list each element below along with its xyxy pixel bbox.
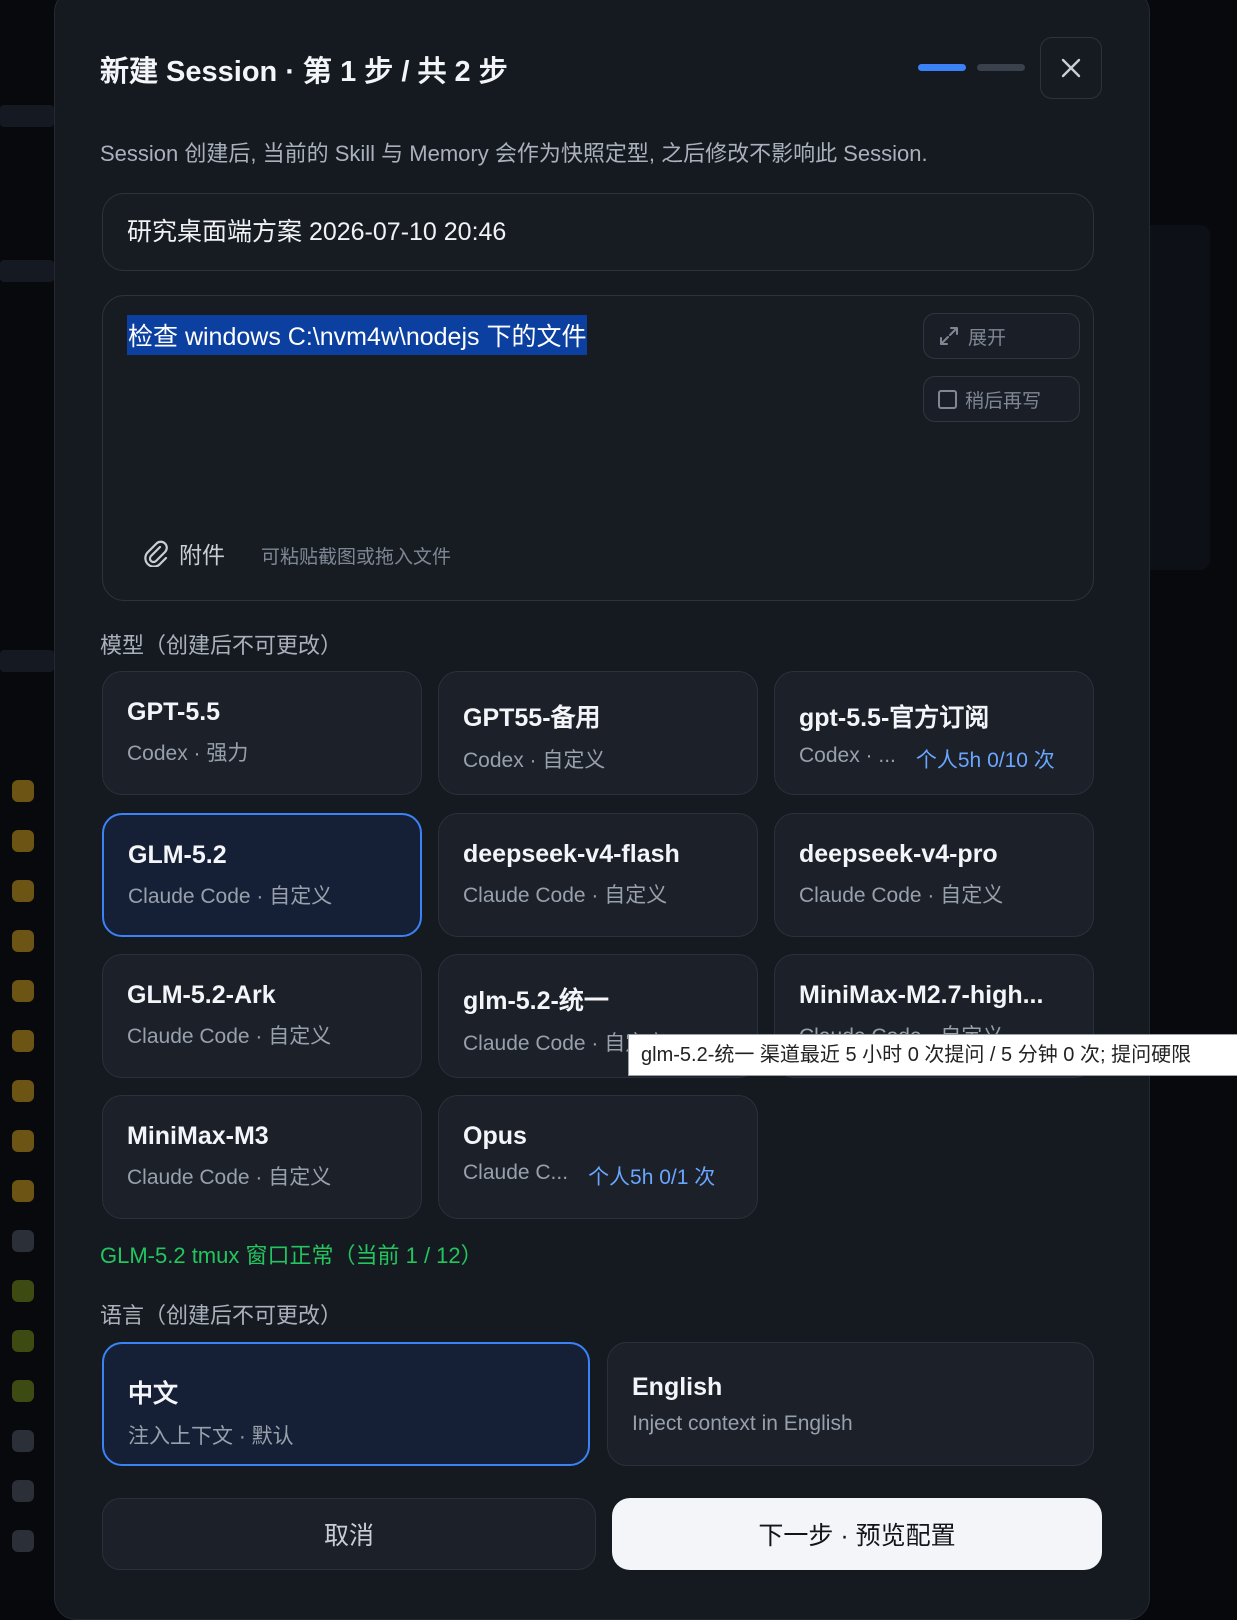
model-name: gpt-5.5-官方订阅 [799, 704, 990, 732]
model-tooltip: glm-5.2-统一 渠道最近 5 小时 0 次提问 / 5 分钟 0 次; 提… [628, 1034, 1237, 1076]
prompt-textarea[interactable]: 检查 windows C:\nvm4w\nodejs 下的文件 展开 稍后再写 … [102, 295, 1094, 601]
model-card-gpt-5-5-official[interactable]: gpt-5.5-官方订阅 Codex · ... 个人5h 0/10 次 [774, 671, 1094, 795]
step-indicator-active [918, 64, 966, 71]
attach-label: 附件 [179, 542, 225, 568]
model-card-glm-5-2-ark[interactable]: GLM-5.2-Ark Claude Code · 自定义 [102, 954, 422, 1078]
expand-label: 展开 [968, 327, 1007, 349]
session-name-input[interactable]: 研究桌面端方案 2026-07-10 20:46 [102, 193, 1094, 271]
expand-icon [940, 327, 958, 345]
backdrop-file-icon [12, 1280, 34, 1302]
language-section-label: 语言（创建后不可更改） [100, 1303, 343, 1328]
backdrop-folder-icon [12, 930, 34, 952]
model-name: GPT-5.5 [127, 698, 221, 726]
backdrop-file-icon [12, 1430, 34, 1452]
model-name: MiniMax-M2.7-high... [799, 981, 1044, 1009]
model-meta: Codex · 强力 [127, 742, 249, 765]
language-desc: 注入上下文 · 默认 [128, 1425, 294, 1448]
backdrop-file-icon [12, 1380, 34, 1402]
model-meta: Claude Code · 自定义 [463, 884, 668, 907]
backdrop-folder-icon [12, 880, 34, 902]
prompt-selected-text[interactable]: 检查 windows C:\nvm4w\nodejs 下的文件 [127, 315, 588, 355]
model-name: MiniMax-M3 [127, 1122, 269, 1150]
backdrop-text [0, 260, 54, 282]
model-name: deepseek-v4-flash [463, 840, 680, 868]
model-quota: 个人5h 0/10 次 [915, 749, 1055, 772]
write-later-label: 稍后再写 [965, 390, 1042, 412]
model-name: GLM-5.2-Ark [127, 981, 276, 1009]
paperclip-icon [144, 540, 168, 567]
checkbox-icon [938, 389, 957, 409]
model-meta: Claude Code · 自定义 [128, 885, 333, 908]
model-name: Opus [463, 1122, 527, 1150]
model-card-opus[interactable]: Opus Claude C... 个人5h 0/1 次 [438, 1095, 758, 1219]
language-card-chinese[interactable]: 中文 注入上下文 · 默认 [102, 1342, 590, 1466]
backdrop-folder-icon [12, 1180, 34, 1202]
backdrop-folder-icon [12, 1080, 34, 1102]
model-section-label: 模型（创建后不可更改） [100, 633, 343, 658]
attach-hint: 可粘贴截图或拖入文件 [261, 547, 452, 568]
backdrop-file-icon [12, 1330, 34, 1352]
model-card-glm-5-2[interactable]: GLM-5.2 Claude Code · 自定义 [102, 813, 422, 937]
dialog-title: 新建 Session · 第 1 步 / 共 2 步 [100, 56, 508, 88]
model-card-gpt55-backup[interactable]: GPT55-备用 Codex · 自定义 [438, 671, 758, 795]
cancel-button[interactable]: 取消 [102, 1498, 596, 1570]
model-meta: Claude C... [463, 1161, 569, 1184]
step-indicator-inactive [977, 64, 1025, 71]
model-card-deepseek-v4-flash[interactable]: deepseek-v4-flash Claude Code · 自定义 [438, 813, 758, 937]
model-meta: Claude Code · 自定义 [127, 1025, 332, 1048]
model-name: GPT55-备用 [463, 704, 601, 732]
backdrop-folder-icon [12, 1030, 34, 1052]
model-name: GLM-5.2 [128, 841, 227, 869]
backdrop-file-icon [12, 1480, 34, 1502]
language-name: English [632, 1373, 723, 1401]
next-step-button[interactable]: 下一步 · 预览配置 [612, 1498, 1102, 1570]
backdrop-folder-icon [12, 1130, 34, 1152]
backdrop-folder-icon [12, 980, 34, 1002]
backdrop-file-icon [12, 1530, 34, 1552]
status-message: GLM-5.2 tmux 窗口正常（当前 1 / 12） [100, 1243, 483, 1268]
dialog-subtitle: Session 创建后, 当前的 Skill 与 Memory 会作为快照定型,… [100, 141, 928, 166]
model-quota: 个人5h 0/1 次 [588, 1166, 716, 1189]
attach-button[interactable]: 附件 [143, 536, 225, 570]
backdrop-text [0, 650, 54, 672]
expand-button[interactable]: 展开 [923, 313, 1080, 359]
backdrop-folder-icon [12, 830, 34, 852]
model-meta: Claude Code · 自定义 [127, 1166, 332, 1189]
model-card-gpt-5-5[interactable]: GPT-5.5 Codex · 强力 [102, 671, 422, 795]
model-name: deepseek-v4-pro [799, 840, 998, 868]
backdrop-file-icon [12, 1230, 34, 1252]
language-desc: Inject context in English [632, 1412, 853, 1435]
backdrop-folder-icon [12, 780, 34, 802]
model-card-deepseek-v4-pro[interactable]: deepseek-v4-pro Claude Code · 自定义 [774, 813, 1094, 937]
model-card-minimax-m3[interactable]: MiniMax-M3 Claude Code · 自定义 [102, 1095, 422, 1219]
model-meta: Claude Code · 自定义 [799, 884, 1004, 907]
language-card-english[interactable]: English Inject context in English [607, 1342, 1094, 1466]
model-meta: Codex · ... [799, 744, 896, 767]
backdrop-text [0, 105, 54, 127]
language-name: 中文 [128, 1380, 179, 1408]
write-later-checkbox[interactable]: 稍后再写 [923, 376, 1080, 422]
close-button[interactable] [1040, 37, 1102, 99]
model-name: glm-5.2-统一 [463, 987, 609, 1015]
close-icon [1061, 58, 1081, 78]
model-meta: Codex · 自定义 [463, 749, 606, 772]
